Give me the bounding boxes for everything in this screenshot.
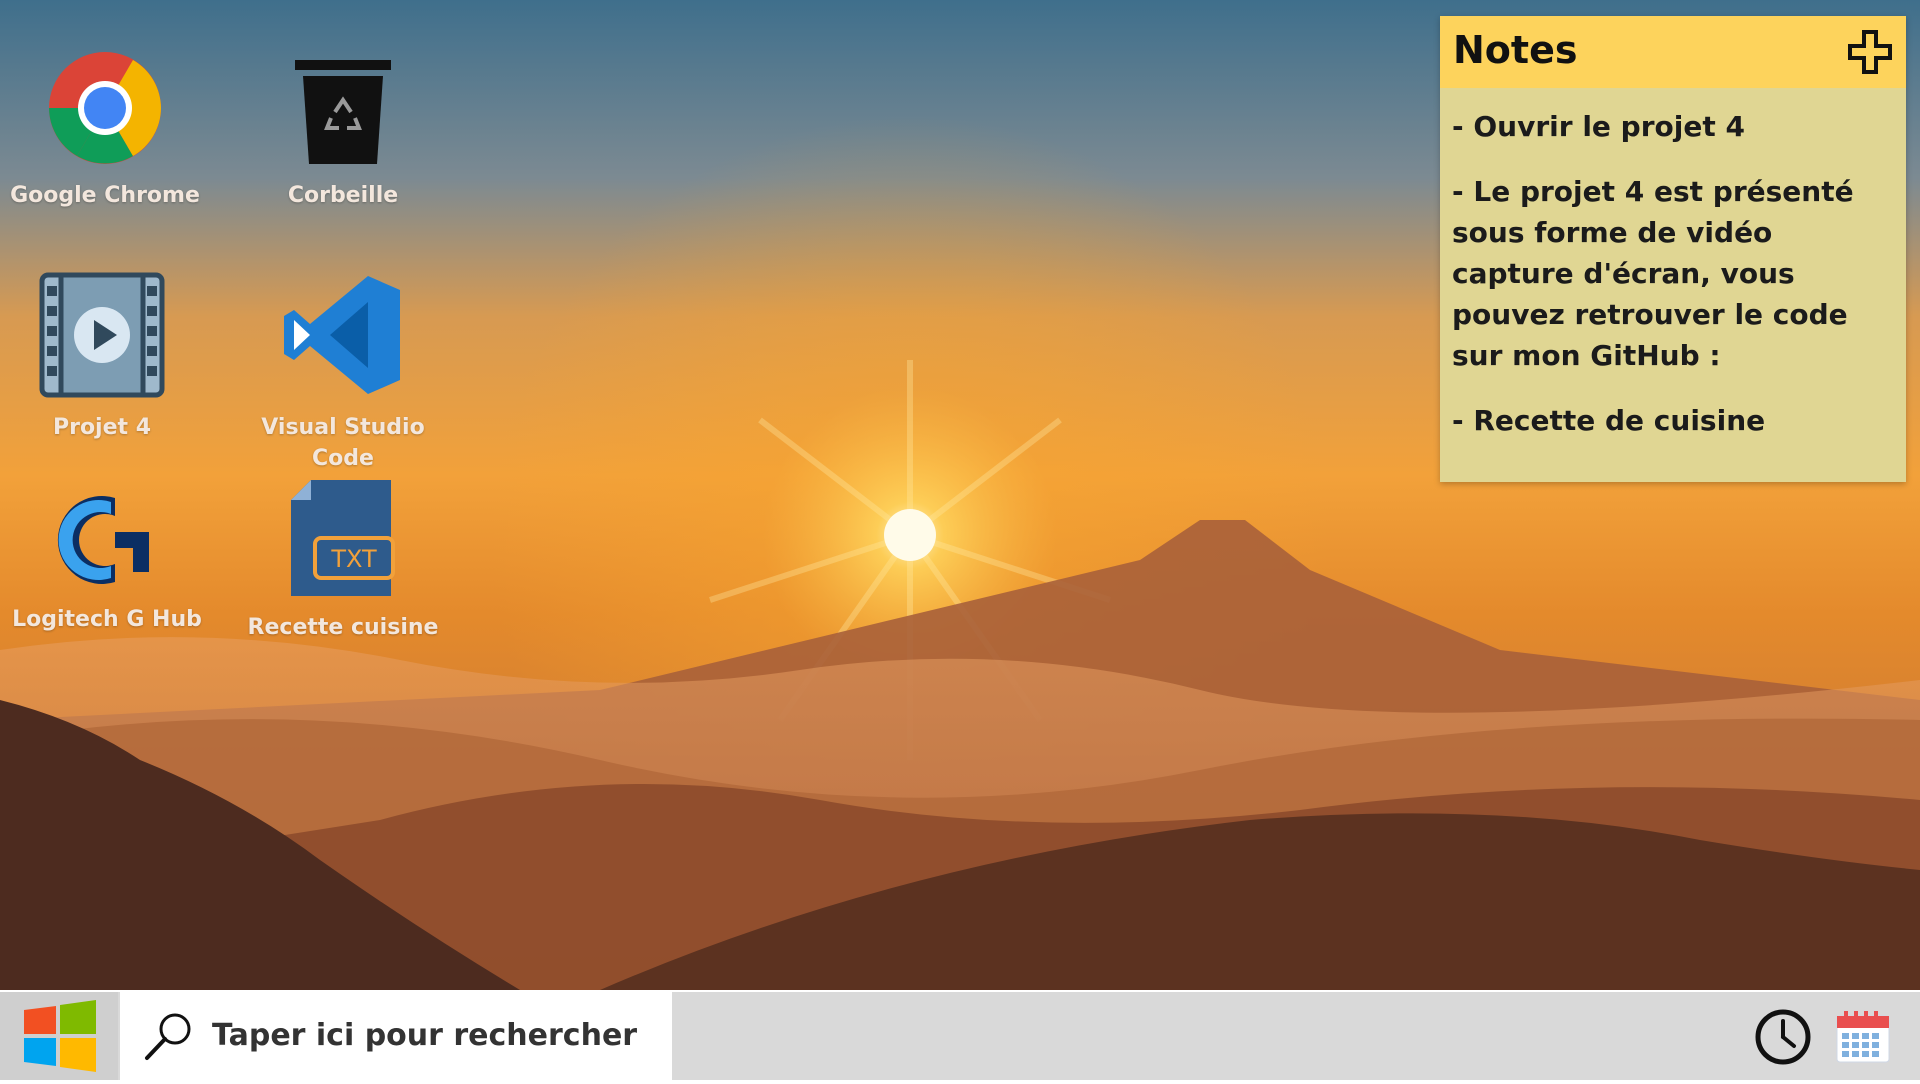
note-item: - Ouvrir le projet 4 (1452, 110, 1745, 143)
taskbar: Taper ici pour rechercher (0, 992, 1920, 1080)
search-box[interactable]: Taper ici pour rechercher (120, 992, 672, 1080)
notes-title: Notes (1453, 28, 1578, 72)
start-button[interactable] (0, 992, 118, 1080)
desktop-icon-label: Corbeille (287, 183, 399, 208)
desktop-icon-projet-4[interactable]: Projet 4 (2, 272, 202, 443)
recycle-bin-icon (295, 60, 391, 164)
vscode-icon (284, 276, 400, 394)
notes-header: Notes (1440, 16, 1906, 88)
notes-body[interactable]: - Ouvrir le projet 4 - Le projet 4 est p… (1440, 88, 1906, 441)
desktop-icon-label: Visual Studio Code (261, 415, 425, 471)
txt-badge: TXT (330, 545, 377, 573)
desktop-icon-logitech-g-hub[interactable]: Logitech G Hub (7, 490, 207, 635)
desktop-icon-visual-studio-code[interactable]: Visual Studio Code (243, 272, 443, 474)
video-file-icon (39, 272, 165, 398)
calendar-icon[interactable] (1834, 1008, 1892, 1066)
note-item: - Le projet 4 est présenté sous forme de… (1452, 175, 1854, 372)
windows-logo-icon (24, 1000, 96, 1072)
notes-widget: Notes - Ouvrir le projet 4 - Le projet 4… (1440, 16, 1906, 482)
search-icon (145, 1013, 191, 1060)
desktop-icon-label: Recette cuisine (247, 615, 439, 640)
desktop-icon-corbeille[interactable]: Corbeille (243, 50, 443, 211)
desktop-icon-label: Projet 4 (52, 415, 152, 440)
desktop-icon-label: Google Chrome (10, 183, 200, 208)
clock-icon[interactable] (1754, 1008, 1812, 1066)
chrome-icon (49, 52, 161, 164)
logitech-ghub-icon (57, 496, 149, 584)
note-item: - Recette de cuisine (1452, 404, 1766, 437)
txt-file-icon: TXT (291, 480, 395, 596)
desktop-icon-label: Logitech G Hub (12, 607, 202, 632)
search-placeholder: Taper ici pour rechercher (212, 1018, 638, 1053)
desktop-icon-recette-cuisine[interactable]: TXT Recette cuisine (243, 478, 443, 643)
plus-icon[interactable] (1846, 28, 1894, 76)
desktop-icon-google-chrome[interactable]: Google Chrome (5, 50, 205, 211)
